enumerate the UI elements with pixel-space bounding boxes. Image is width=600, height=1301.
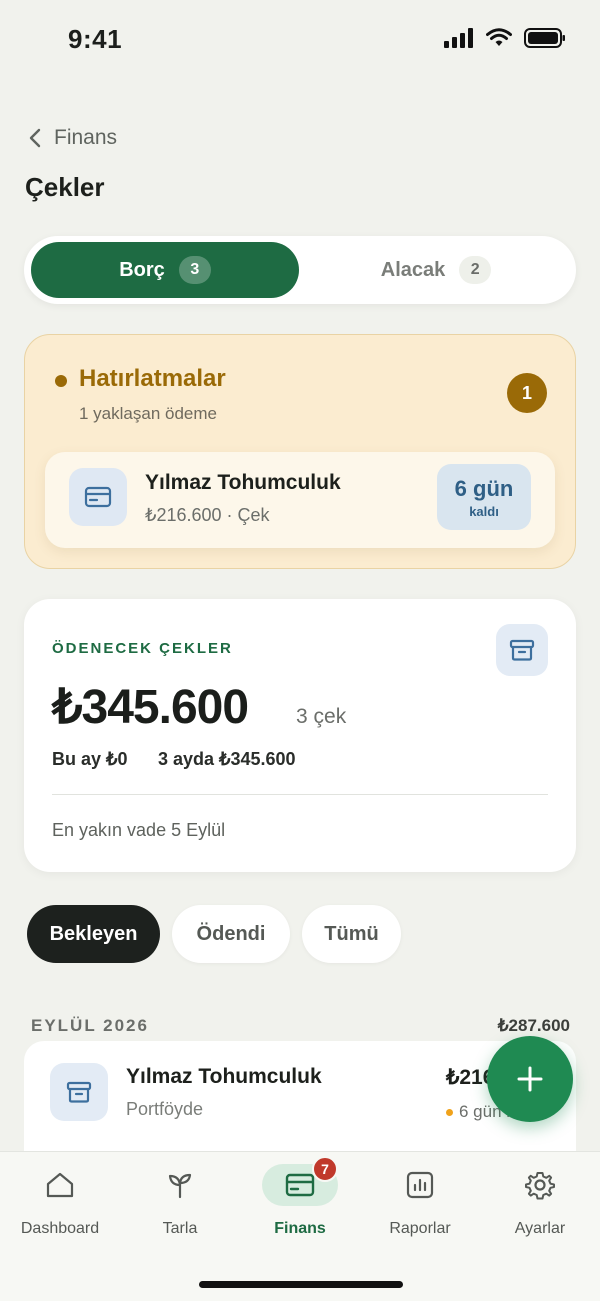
month-header: EYLÜL 2026	[31, 1016, 149, 1035]
wifi-icon	[486, 28, 512, 46]
reminder-item[interactable]: Yılmaz Tohumculuk ₺216.600 · Çek 6 gün k…	[45, 452, 555, 548]
nav-finans-icon-wrap: 7	[262, 1156, 338, 1206]
reminder-days-label: kaldı	[469, 503, 499, 519]
home-indicator	[199, 1281, 403, 1288]
nav-dashboard[interactable]: Dashboard	[0, 1164, 120, 1238]
nav-tarla-icon-wrap	[142, 1164, 218, 1206]
filter-bekleyen[interactable]: Bekleyen	[27, 905, 160, 963]
nav-ayarlar-icon-wrap	[502, 1164, 578, 1206]
nav-raporlar[interactable]: Raporlar	[360, 1164, 480, 1238]
tab-alacak-count: 2	[459, 256, 492, 284]
status-dot	[446, 1108, 453, 1116]
signal-icon	[444, 28, 473, 48]
card-icon	[285, 1173, 315, 1197]
reminder-item-icon-box	[69, 468, 127, 526]
archive-button[interactable]	[496, 624, 548, 676]
reminders-subtitle: 1 yaklaşan ödeme	[79, 404, 217, 423]
archive-icon	[66, 1081, 92, 1103]
status-time: 9:41	[68, 24, 123, 54]
chart-icon	[406, 1171, 434, 1199]
nav-ayarlar[interactable]: Ayarlar	[480, 1164, 600, 1238]
summary-nearest-due: En yakın vade 5 Eylül	[52, 820, 226, 840]
home-icon	[46, 1172, 74, 1198]
status-icons	[444, 28, 566, 48]
bottom-nav: Dashboard Tarla 7 Finans Raporlar Ayarla…	[0, 1151, 600, 1301]
battery-icon	[524, 28, 565, 48]
reminders-count-badge: 1	[507, 373, 547, 413]
plus-icon	[517, 1066, 543, 1092]
nav-finans-badge: 7	[312, 1156, 338, 1182]
list-item-name: Yılmaz Tohumculuk	[126, 1065, 322, 1088]
filter-odendi[interactable]: Ödendi	[172, 905, 290, 963]
summary-three-months: 3 ayda ₺345.600	[158, 749, 296, 769]
nav-ayarlar-label: Ayarlar	[514, 1220, 566, 1237]
nav-raporlar-label: Raporlar	[389, 1220, 451, 1237]
page-title: Çekler	[25, 172, 105, 202]
reminder-item-name: Yılmaz Tohumculuk	[145, 471, 341, 494]
nav-finans[interactable]: 7 Finans	[240, 1156, 360, 1238]
reminder-days-value: 6 gün	[454, 475, 514, 501]
summary-count: 3 çek	[296, 705, 347, 728]
summary-amount: ₺345.600	[52, 681, 249, 734]
archive-icon	[509, 639, 535, 661]
summary-label: ÖDENECEK ÇEKLER	[52, 640, 233, 657]
reminders-card: Hatırlatmalar 1 yaklaşan ödeme 1 Yılmaz …	[24, 334, 576, 569]
summary-this-month: Bu ay ₺0	[52, 749, 128, 769]
divider	[52, 794, 548, 795]
chevron-left-icon	[29, 128, 41, 148]
reminders-title: Hatırlatmalar	[79, 365, 226, 392]
nav-tarla-label: Tarla	[162, 1220, 198, 1237]
reminder-days-badge: 6 gün kaldı	[437, 464, 531, 530]
nav-finans-label: Finans	[274, 1220, 326, 1237]
month-total: ₺287.600	[497, 1016, 570, 1035]
reminder-item-meta: ₺216.600 · Çek	[145, 505, 270, 525]
back-label: Finans	[54, 126, 118, 149]
add-button[interactable]	[487, 1036, 573, 1122]
gear-icon	[525, 1172, 555, 1200]
reminder-dot	[55, 375, 67, 387]
tab-alacak-label: Alacak	[380, 258, 446, 281]
nav-tarla[interactable]: Tarla	[120, 1164, 240, 1238]
list-item-icon-box	[50, 1063, 108, 1121]
tab-borc-count: 3	[178, 256, 211, 284]
tab-borc[interactable]: Borç 3	[31, 242, 299, 298]
sprout-icon	[168, 1173, 192, 1199]
nav-raporlar-icon-wrap	[382, 1164, 458, 1206]
card-icon	[84, 486, 112, 508]
nav-dashboard-label: Dashboard	[20, 1220, 100, 1237]
nav-dashboard-icon-wrap	[22, 1164, 98, 1206]
tab-alacak[interactable]: Alacak 2	[302, 242, 570, 298]
filter-tumu[interactable]: Tümü	[302, 905, 401, 963]
summary-card: ÖDENECEK ÇEKLER ₺345.600 3 çek Bu ay ₺0 …	[24, 599, 576, 872]
back-button[interactable]: Finans	[28, 126, 117, 150]
list-item-status: Portföyde	[126, 1099, 204, 1119]
segmented-control: Borç 3 Alacak 2	[24, 236, 576, 304]
tab-borc-label: Borç	[119, 258, 165, 281]
